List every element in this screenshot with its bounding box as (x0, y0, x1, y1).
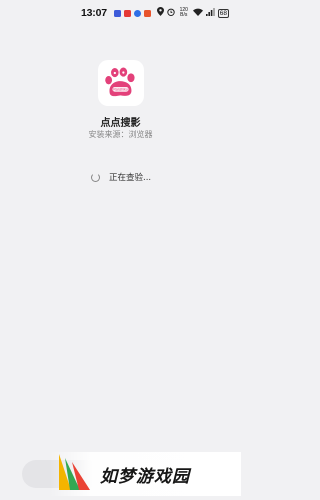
checking-text: 正在查验... (109, 173, 152, 183)
alarm-icon (167, 8, 175, 19)
app-icon-text: Ranzhiku (113, 88, 127, 92)
checking-status: 正在查验... (91, 171, 151, 183)
status-indicators: 120 B/s 68 (156, 7, 231, 19)
orange-app-icon (143, 9, 151, 17)
watermark: 如梦游戏园 (50, 452, 241, 496)
status-bar: 13:07 120 B/s 68 (0, 0, 241, 26)
battery-icon: 68 (217, 8, 229, 18)
grid-app-icon (113, 9, 121, 17)
signal-icon (205, 7, 215, 19)
watermark-text: 如梦游戏园 (100, 466, 190, 487)
red-app-icon (123, 9, 131, 17)
net-speed: 120 B/s (178, 8, 190, 18)
paw-app-icon: Ranzhiku (98, 60, 144, 106)
loading-spinner-icon (91, 172, 100, 182)
sail-logo-icon (56, 452, 92, 496)
status-time: 13:07 (81, 7, 107, 19)
location-icon (156, 7, 164, 19)
blue-app-icon (133, 9, 141, 17)
net-speed-unit: B/s (180, 12, 188, 18)
install-source: 安装来源：浏览器 (88, 130, 153, 139)
wifi-icon (192, 8, 203, 19)
app-name: 点点搜影 (100, 118, 141, 129)
battery-level: 68 (219, 9, 227, 17)
